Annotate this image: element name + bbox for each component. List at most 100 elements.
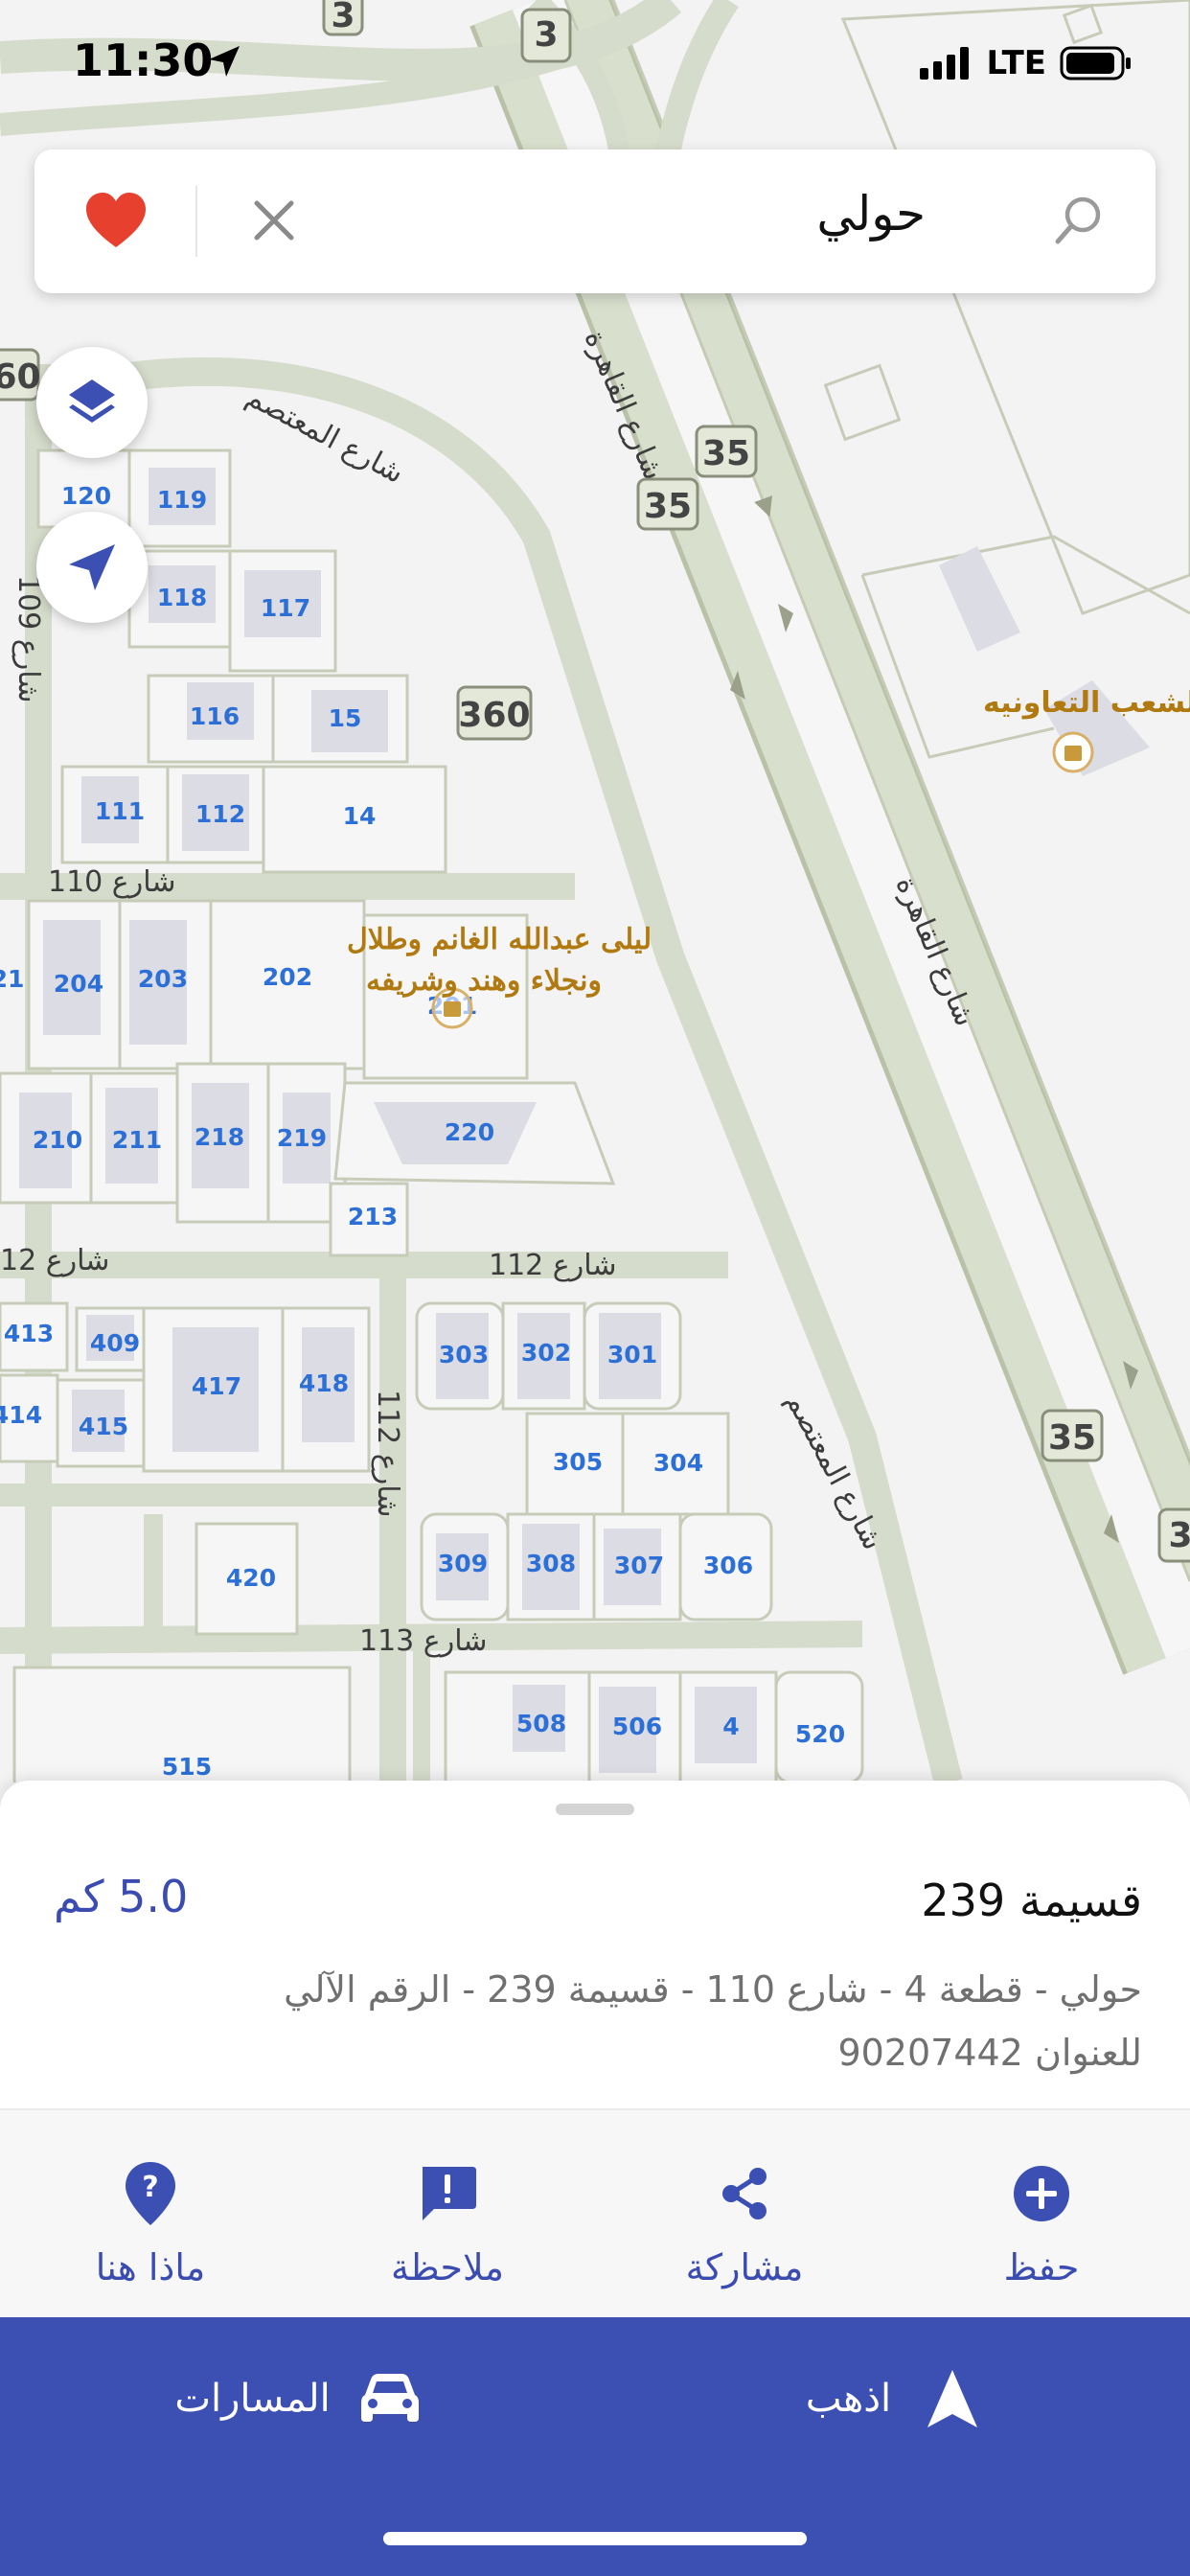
svg-text:219: 219 <box>277 1124 327 1152</box>
action-row: حفظ مشاركة ملاحظة ? ماذا هنا <box>0 2108 1190 2317</box>
svg-text:شارع 12: شارع 12 <box>0 1244 109 1277</box>
plus-circle-icon <box>1014 2166 1069 2221</box>
share-button[interactable]: مشاركة <box>596 2110 893 2319</box>
note-label: ملاحظة <box>390 2246 505 2288</box>
svg-text:211: 211 <box>112 1126 162 1154</box>
svg-text:309: 309 <box>438 1550 488 1577</box>
svg-text:35: 35 <box>702 434 750 473</box>
svg-text:204: 204 <box>54 970 103 998</box>
svg-text:213: 213 <box>348 1203 398 1230</box>
coop-store-pin <box>1052 731 1094 773</box>
save-label: حفظ <box>1003 2246 1080 2288</box>
layers-button[interactable] <box>36 347 148 458</box>
search-divider <box>195 186 197 257</box>
svg-text:203: 203 <box>138 965 188 993</box>
svg-text:303: 303 <box>439 1341 489 1368</box>
svg-text:409: 409 <box>90 1329 140 1357</box>
svg-text:307: 307 <box>614 1552 664 1579</box>
svg-text:506: 506 <box>612 1713 662 1740</box>
go-label: اذهب <box>805 2377 892 2421</box>
place-title: قسيمة 239 <box>921 1874 1142 1926</box>
svg-text:119: 119 <box>157 486 207 514</box>
address-line-1: حولي - قطعة 4 - شارع 110 - قسيمة 239 - ا… <box>284 1968 1142 2011</box>
signal-icon <box>919 47 969 80</box>
coop-store-label[interactable]: ه الشعب التعاونيه <box>983 686 1190 720</box>
car-icon <box>360 2374 419 2422</box>
navigate-icon <box>69 544 115 590</box>
svg-text:508: 508 <box>516 1710 566 1737</box>
note-icon <box>423 2167 476 2220</box>
place-sheet[interactable]: قسيمة 239 5.0 كم حولي - قطعة 4 - شارع 11… <box>0 1781 1190 2576</box>
svg-text:360: 360 <box>0 357 41 397</box>
close-icon[interactable] <box>245 192 303 249</box>
navigation-arrow-icon <box>927 2370 978 2427</box>
svg-text:117: 117 <box>261 594 310 622</box>
note-button[interactable]: ملاحظة <box>299 2110 596 2319</box>
location-arrow-icon <box>209 46 240 77</box>
svg-text:35: 35 <box>644 487 692 526</box>
svg-text:15: 15 <box>329 704 362 732</box>
svg-text:413: 413 <box>4 1320 54 1347</box>
svg-text:116: 116 <box>190 702 240 730</box>
svg-text:شارع 110: شارع 110 <box>48 865 175 899</box>
svg-text:شارع 112: شارع 112 <box>489 1249 616 1282</box>
status-indicators: LTE <box>919 44 1133 82</box>
svg-text:210: 210 <box>33 1126 82 1154</box>
home-indicator[interactable] <box>383 2532 807 2545</box>
svg-text:360: 360 <box>458 696 530 735</box>
route-shield-35c: 35 <box>1041 1409 1104 1462</box>
svg-text:?: ? <box>142 2171 158 2204</box>
svg-text:3: 3 <box>1168 1516 1190 1555</box>
svg-text:520: 520 <box>795 1720 845 1748</box>
svg-text:417: 417 <box>192 1372 241 1400</box>
route-shield-35b: 35 <box>636 477 699 531</box>
svg-text:414: 414 <box>0 1401 42 1429</box>
svg-text:202: 202 <box>263 963 312 991</box>
heart-icon[interactable] <box>82 188 149 255</box>
owner-label-line2[interactable]: ونجلاء وهند وشريفه <box>366 964 602 998</box>
go-button[interactable]: اذهب <box>595 2317 1190 2480</box>
svg-text:304: 304 <box>653 1449 703 1477</box>
status-bar: 11:30 LTE <box>0 0 1190 134</box>
svg-text:21: 21 <box>0 965 24 993</box>
distance-label: 5.0 كم <box>54 1871 189 1922</box>
help-pin-icon: ? <box>126 2162 175 2225</box>
svg-text:301: 301 <box>607 1341 657 1368</box>
search-input[interactable]: حولي <box>816 186 926 242</box>
svg-text:415: 415 <box>79 1413 128 1440</box>
svg-text:111: 111 <box>95 797 145 825</box>
svg-text:420: 420 <box>226 1564 276 1592</box>
search-icon[interactable] <box>1050 192 1108 249</box>
svg-text:220: 220 <box>445 1118 494 1146</box>
locate-button[interactable] <box>36 512 148 623</box>
network-type: LTE <box>986 44 1046 82</box>
whats-here-button[interactable]: ? ماذا هنا <box>2 2110 299 2319</box>
routes-button[interactable]: المسارات <box>0 2317 595 2480</box>
svg-text:14: 14 <box>343 802 377 830</box>
route-shield-35a: 35 <box>695 425 758 478</box>
sheet-handle[interactable] <box>556 1804 634 1815</box>
svg-text:118: 118 <box>157 584 207 611</box>
svg-text:418: 418 <box>299 1369 349 1397</box>
owner-label-line1[interactable]: ليلى عبدالله الغانم وطلال <box>347 923 652 956</box>
svg-text:شارع 109: شارع 109 <box>11 575 45 702</box>
svg-text:302: 302 <box>521 1339 571 1367</box>
routes-label: المسارات <box>174 2377 331 2421</box>
battery-icon <box>1060 46 1131 80</box>
svg-text:306: 306 <box>703 1552 753 1579</box>
whats-here-label: ماذا هنا <box>95 2246 206 2288</box>
svg-text:35: 35 <box>1048 1418 1096 1458</box>
svg-text:120: 120 <box>61 482 111 510</box>
svg-text:4: 4 <box>722 1713 739 1740</box>
search-bar[interactable]: حولي <box>34 150 1156 293</box>
save-button[interactable]: حفظ <box>893 2110 1190 2319</box>
svg-text:305: 305 <box>553 1448 603 1476</box>
svg-text:112: 112 <box>195 800 245 828</box>
share-label: مشاركة <box>685 2246 804 2288</box>
layers-icon <box>69 380 115 423</box>
route-shield-360b: 360 <box>456 685 533 741</box>
route-shield-360a: 360 <box>0 348 41 402</box>
share-icon <box>722 2168 767 2220</box>
address-line-2: للعنوان 90207442 <box>837 2032 1142 2074</box>
svg-text:308: 308 <box>526 1550 576 1577</box>
